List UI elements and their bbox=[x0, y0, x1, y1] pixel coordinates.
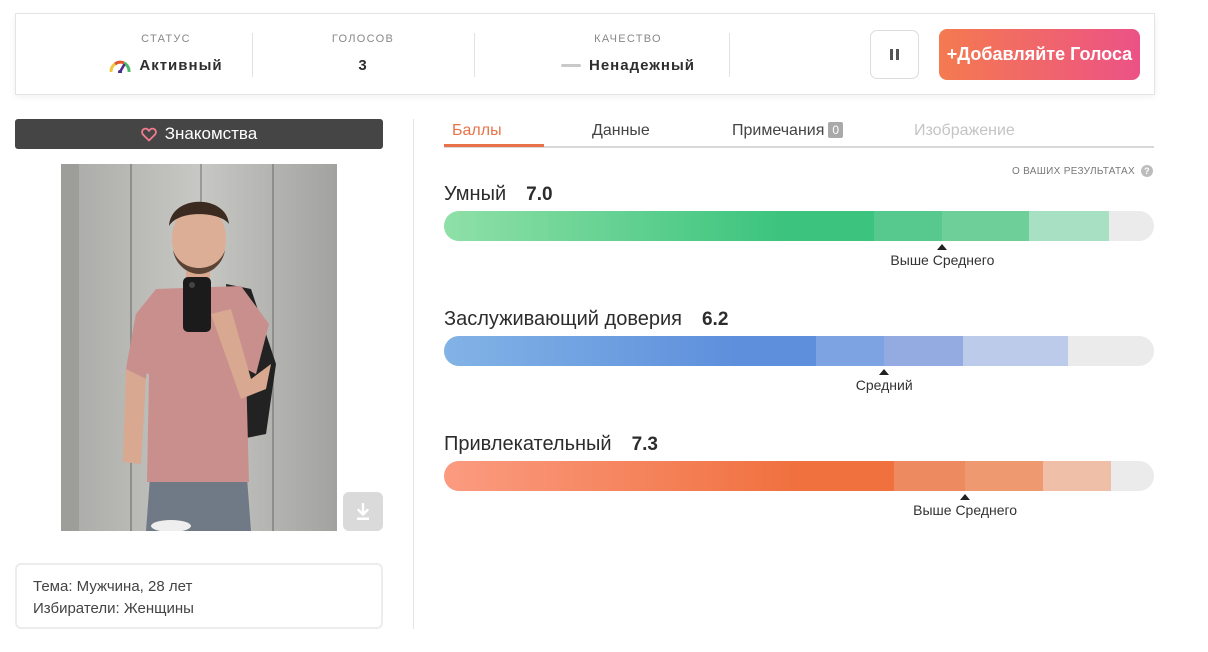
trait-name: Привлекательный bbox=[444, 433, 612, 455]
voters-line: Избиратели: Женщины bbox=[33, 600, 194, 617]
category-label: Знакомства bbox=[164, 124, 258, 143]
trait-name: Умный bbox=[444, 183, 507, 205]
score-bar-segment bbox=[444, 211, 780, 241]
score-bar-segment bbox=[444, 461, 802, 491]
score-bar-segment bbox=[733, 336, 817, 366]
tab-notes-label: Примечания bbox=[732, 122, 825, 139]
tab-data[interactable]: Данные bbox=[592, 122, 650, 140]
score-bar-segment bbox=[1043, 461, 1111, 491]
level-label: Выше Среднего bbox=[890, 252, 995, 268]
score-bar bbox=[444, 461, 1154, 491]
heart-icon bbox=[140, 127, 157, 141]
score-bar-segment bbox=[779, 211, 874, 241]
download-button[interactable] bbox=[343, 492, 383, 531]
score-bar-segment bbox=[965, 461, 1044, 491]
add-votes-button[interactable]: +Добавляйте Голоса bbox=[939, 29, 1140, 80]
person-photo bbox=[61, 164, 337, 531]
score-bar-segment bbox=[884, 336, 963, 366]
quality-label: КАЧЕСТВО bbox=[594, 33, 662, 45]
trait-name: Заслуживающий доверия bbox=[444, 308, 682, 330]
quality-value: Ненадежный bbox=[589, 57, 695, 74]
score-bar-segment bbox=[801, 461, 895, 491]
pause-icon bbox=[890, 49, 893, 60]
score-marker-icon bbox=[960, 494, 971, 500]
trait-score: 7.3 bbox=[631, 434, 658, 455]
level-label: Средний bbox=[855, 377, 913, 393]
score-bar-segment bbox=[873, 211, 943, 241]
tab-scores[interactable]: Баллы bbox=[452, 122, 502, 140]
category-banner: Знакомства bbox=[15, 119, 383, 149]
status-label: СТАТУС bbox=[141, 33, 191, 45]
tab-image[interactable]: Изображение bbox=[914, 122, 1015, 140]
level-label: Выше Среднего bbox=[913, 502, 1018, 518]
subject-line: Тема: Мужчина, 28 лет bbox=[33, 578, 193, 595]
votes-value: 3 bbox=[358, 57, 368, 74]
question-icon: ? bbox=[1141, 165, 1153, 177]
trait-score: 6.2 bbox=[701, 309, 729, 330]
status-value: Активный bbox=[139, 57, 223, 74]
status-stat: СТАТУС Активный bbox=[71, 14, 261, 96]
score-bar-segment bbox=[894, 461, 966, 491]
person-photo-illustration bbox=[61, 164, 337, 531]
trait-score: 7.0 bbox=[526, 184, 553, 205]
download-icon bbox=[357, 502, 369, 520]
quality-stat: КАЧЕСТВО Ненадежный bbox=[513, 14, 743, 96]
score-bar bbox=[444, 336, 1154, 366]
pause-button[interactable] bbox=[870, 30, 919, 79]
score-bar-segment bbox=[816, 336, 885, 366]
divider bbox=[252, 33, 253, 77]
score-bar-segment bbox=[963, 336, 1069, 366]
score-bar-segment bbox=[444, 336, 734, 366]
gauge-icon bbox=[109, 60, 131, 73]
subject-info: Тема: Мужчина, 28 лет Избиратели: Женщин… bbox=[15, 563, 383, 629]
dash-icon bbox=[561, 64, 581, 67]
about-results-link[interactable]: О ВАШИХ РЕЗУЛЬТАТАХ ? bbox=[1012, 165, 1153, 177]
column-divider bbox=[413, 119, 414, 629]
results-tabs: Баллы Данные Примечания 0 Изображение bbox=[444, 119, 1154, 148]
score-marker-icon bbox=[937, 244, 948, 250]
notes-count-badge: 0 bbox=[828, 122, 844, 138]
status-card: СТАТУС Активный ГОЛОСОВ 3 КАЧЕСТВО Ненад… bbox=[15, 13, 1155, 95]
divider bbox=[474, 33, 475, 77]
score-bar bbox=[444, 211, 1154, 241]
active-tab-indicator bbox=[444, 144, 544, 147]
about-results-label: О ВАШИХ РЕЗУЛЬТАТАХ bbox=[1011, 165, 1135, 177]
tab-notes[interactable]: Примечания 0 bbox=[732, 122, 844, 140]
votes-stat: ГОЛОСОВ 3 bbox=[278, 14, 448, 96]
score-marker-icon bbox=[879, 369, 890, 375]
divider bbox=[729, 33, 730, 77]
score-bar-segment bbox=[942, 211, 1030, 241]
votes-label: ГОЛОСОВ bbox=[331, 33, 395, 45]
score-bar-segment bbox=[1029, 211, 1110, 241]
